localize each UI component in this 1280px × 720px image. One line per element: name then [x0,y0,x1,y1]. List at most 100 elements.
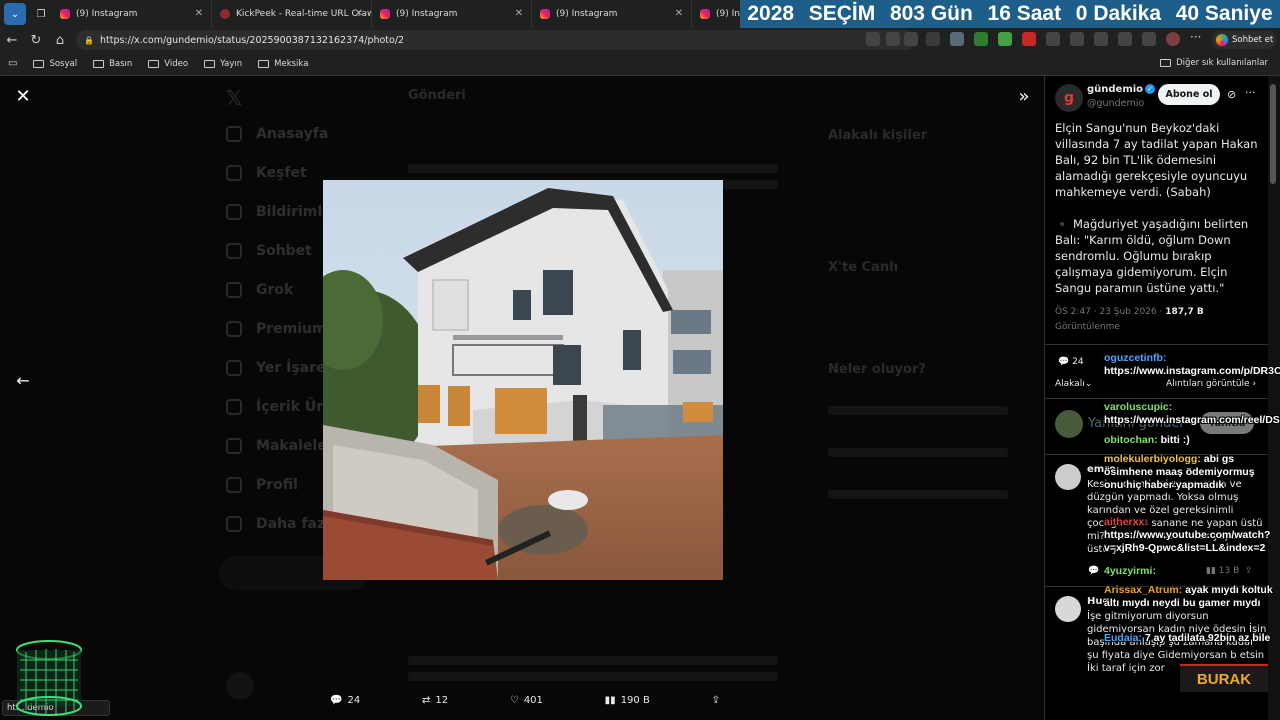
countdown-label: SEÇİM [808,2,876,25]
nav-item: Premium [226,321,327,337]
post-text: Elçin Sangu'nun Beykoz'daki villasında 7… [1055,120,1260,296]
workspaces-icon[interactable]: ❐ [30,3,52,25]
gundemio-logo-icon: g [1063,90,1075,106]
author-handle[interactable]: @gundemio [1087,98,1144,109]
nav-item: Sohbet [226,243,312,259]
grok-icon[interactable]: ⊘ [1227,88,1236,101]
scrollbar-thumb[interactable] [1270,84,1276,184]
url-field[interactable]: 🔒 https://x.com/gundemio/status/202590038… [76,30,916,50]
sort-relevant[interactable]: Alakalı⌄ [1055,379,1092,389]
extension-icon[interactable] [974,32,988,46]
view-count: 190 B [620,694,650,706]
author-name[interactable]: gündemio ✓ [1087,84,1156,95]
more-options-icon[interactable]: ··· [1245,86,1256,99]
chat-message: obitochan: bitti :) [1104,434,1274,447]
extension-icon[interactable] [950,32,964,46]
analytics-icon: ▮▮ [604,694,616,706]
profile-avatar[interactable] [1166,32,1180,46]
split-screen-icon[interactable] [1070,32,1084,46]
chat-user: varoluscupic: [1104,401,1173,413]
bookmark-folder[interactable]: Video [148,59,188,69]
favorites-icon[interactable] [1094,32,1108,46]
countdown-hours: 16 Saat [988,2,1062,26]
folder-icon [33,59,45,68]
author-avatar[interactable]: g [1055,84,1083,112]
bookmark-folder[interactable]: Yayın [204,59,242,69]
more-menu-icon[interactable]: ··· [1190,31,1204,46]
other-favorites[interactable]: Diğer sık kullanılanlar [1160,58,1268,68]
home-icon[interactable]: ⌂ [48,28,72,52]
close-tab-icon[interactable]: ✕ [195,8,203,19]
favorite-star-icon[interactable] [904,32,918,46]
folder-icon [204,59,216,68]
heart-icon: ♡ [509,694,519,706]
browser-essentials-icon[interactable] [1118,32,1132,46]
chat-message: varoluscupic: https://www.instagram.com/… [1104,401,1280,427]
close-tab-icon[interactable]: ✕ [515,8,523,19]
like-action[interactable]: ♡ 401 [510,695,543,706]
post-photo[interactable] [323,180,723,580]
reply-icon: 💬 [330,694,343,706]
more-icon [226,516,242,532]
browser-tab[interactable]: (9) Instagram ✕ [372,0,532,28]
subscribe-button[interactable]: Abone ol [1158,84,1220,105]
reply-action[interactable]: 💬 24 [330,695,360,706]
close-icon[interactable]: ✕ [14,88,32,106]
folder-icon [93,59,105,68]
browser-tab[interactable]: KickPeek - Real-time URL Crawler ✕ [212,0,372,28]
extensions-puzzle-icon[interactable] [1046,32,1060,46]
countdown-seconds: 40 Saniye [1176,2,1273,26]
repost-action[interactable]: ⇄ 12 [422,695,448,706]
back-icon[interactable]: ← [0,28,24,52]
minutes-label: Dakika [1093,2,1162,25]
post-paragraph: Elçin Sangu'nun Beykoz'daki villasında 7… [1055,121,1258,199]
divider [1045,398,1268,399]
nav-item: Profil [226,477,298,493]
extension-icon[interactable] [1022,32,1036,46]
articles-icon [226,438,242,454]
kickpeek-icon [220,9,230,19]
collapse-sidebar-icon[interactable]: » [1014,86,1034,107]
repost-icon: ⇄ [421,694,431,706]
view-quotes-link[interactable]: Alıntıları görüntüle › [1166,379,1256,389]
read-aloud-icon[interactable] [886,32,900,46]
browser-tab[interactable]: (9) Instagram ✕ [532,0,692,28]
views-action[interactable]: ▮▮ 190 B [605,695,650,706]
bookmark-label: Diğer sık kullanılanlar [1176,58,1268,68]
previous-photo-icon[interactable]: ← [14,371,32,390]
reply-stat[interactable]: 💬 24 [1058,357,1084,367]
reload-icon[interactable]: ↻ [24,28,48,52]
bookmark-folder[interactable]: Basın [93,59,132,69]
copilot-chat-button[interactable]: Sohbet et [1212,31,1276,49]
reading-list-icon[interactable]: ▭ [8,58,17,69]
chat-text: 7 ay tadilata 92bin az bile [1144,632,1271,644]
verified-badge-icon: ✓ [1145,84,1156,94]
text-line [828,448,1008,457]
text-line [408,656,778,665]
extension-icon[interactable] [926,32,940,46]
reply-comment-icon[interactable]: 💬 [1088,566,1099,576]
photo-action-bar: 💬 24 ⇄ 12 ♡ 401 ▮▮ 190 B ⇪ [330,690,720,710]
share-action[interactable]: ⇪ [712,695,720,706]
post-meta: ÖS 2:47 · 23 Şub 2026 · 187,7 B [1055,307,1204,317]
chat-text: https://www.instagram.com/p/DR3C5eqka1B/ [1104,365,1280,377]
close-tab-icon[interactable]: ✕ [355,8,363,19]
collections-icon[interactable] [1142,32,1156,46]
bookmark-folder[interactable]: Meksika [258,59,308,69]
app-icon[interactable] [866,32,880,46]
reply-avatar[interactable] [1055,464,1081,490]
days-value: 803 [889,2,925,25]
browser-tab[interactable]: (9) Instagram ✕ [52,0,212,28]
bookmark-folder[interactable]: Sosyal [33,59,77,69]
search-icon [226,165,242,181]
chat-message: 4yuzyirmi: [1104,565,1274,578]
nav-label: Profil [256,477,298,493]
reply-avatar[interactable] [1055,596,1081,622]
extension-icon[interactable] [998,32,1012,46]
tab-actions-icon[interactable]: ⌄ [4,3,26,25]
reply-count: 24 [1072,357,1084,367]
like-count: 401 [523,694,543,706]
text-line [408,672,778,681]
close-tab-icon[interactable]: ✕ [675,8,683,19]
nav-item: Bildirimler [226,204,339,220]
